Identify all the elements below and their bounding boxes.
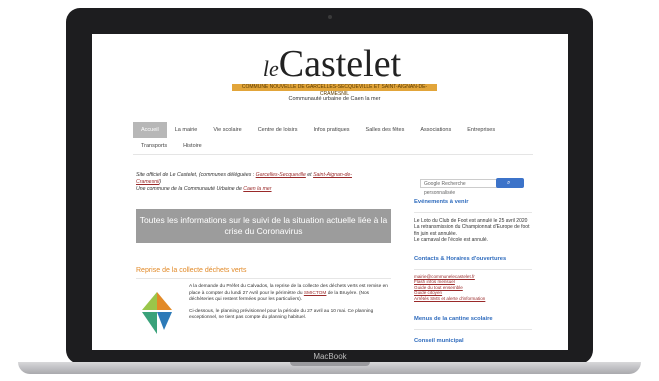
link-smictom[interactable]: SMICTOM bbox=[304, 291, 327, 296]
tagline-bar: COMMUNE NOUVELLE DE GARCELLES-SECQUEVILL… bbox=[232, 84, 437, 97]
article-title[interactable]: Reprise de la collecte déchets verts bbox=[136, 267, 247, 274]
nav-associations[interactable]: Associations bbox=[412, 122, 459, 138]
sidebar-events: Evénements à venir Le Loto du Club de Fo… bbox=[414, 199, 532, 244]
device-brand: MacBook bbox=[313, 352, 347, 361]
nav-transports[interactable]: Transports bbox=[133, 138, 175, 154]
cantine-title[interactable]: Menus de la cantine scolaire bbox=[414, 316, 532, 323]
article-divider bbox=[136, 278, 391, 279]
coronavirus-banner[interactable]: Toutes les informations sur le suivi de … bbox=[136, 209, 391, 243]
article-body: A la demande du Préfet du Calvados, la r… bbox=[189, 284, 388, 321]
link-garcelles[interactable]: Garcelles-Secqueville bbox=[256, 172, 306, 178]
recycle-logo-icon bbox=[142, 292, 172, 334]
logo-name: Castelet bbox=[278, 43, 402, 85]
logo-le: le bbox=[262, 56, 279, 81]
events-title[interactable]: Evénements à venir bbox=[414, 199, 532, 206]
nav-entreprises[interactable]: Entreprises bbox=[459, 122, 503, 138]
search-icon: ⌕ bbox=[507, 180, 511, 186]
search-input[interactable]: Google Recherche personnalisée bbox=[420, 179, 498, 196]
event-line: La retransmission du Championnat d'Europ… bbox=[414, 224, 530, 237]
nav-centre-de-loisirs[interactable]: Centre de loisirs bbox=[250, 122, 306, 138]
subtagline: Communauté urbaine de Caen la mer bbox=[288, 96, 381, 102]
article-paragraph-2: Ci-dessous, le planning prévisionnel pou… bbox=[189, 308, 374, 321]
intro-text: Site officiel de Le Castelet, (communes … bbox=[136, 172, 352, 192]
sidebar-contacts: Contacts & Horaires d'ouvertures mairie@… bbox=[414, 256, 532, 301]
sidebar-cantine: Menus de la cantine scolaire bbox=[414, 316, 532, 330]
main-navigation: Accueil La mairie Vie scolaire Centre de… bbox=[133, 122, 533, 155]
nav-histoire[interactable]: Histoire bbox=[175, 138, 210, 154]
conseil-title[interactable]: Conseil municipal bbox=[414, 338, 532, 345]
contacts-title[interactable]: Contacts & Horaires d'ouvertures bbox=[414, 256, 532, 263]
contact-link[interactable]: Arrêtés SMS et alerte d'information bbox=[414, 296, 532, 302]
site-logo[interactable]: leCastelet bbox=[242, 42, 422, 86]
laptop-notch bbox=[290, 362, 370, 366]
nav-vie-scolaire[interactable]: Vie scolaire bbox=[205, 122, 249, 138]
camera-icon bbox=[328, 15, 332, 19]
nav-accueil[interactable]: Accueil bbox=[133, 122, 167, 138]
search-button[interactable]: ⌕ bbox=[496, 178, 524, 188]
link-caen-la-mer[interactable]: Caen la mer bbox=[243, 186, 271, 192]
event-line: Le carnaval de l'école est annulé. bbox=[414, 237, 489, 243]
sidebar-conseil: Conseil municipal bbox=[414, 338, 532, 345]
nav-la-mairie[interactable]: La mairie bbox=[167, 122, 206, 138]
browser-screen: leCastelet COMMUNE NOUVELLE DE GARCELLES… bbox=[92, 34, 568, 350]
nav-salles-des-fetes[interactable]: Salles des fêtes bbox=[358, 122, 413, 138]
nav-infos-pratiques[interactable]: Infos pratiques bbox=[305, 122, 357, 138]
